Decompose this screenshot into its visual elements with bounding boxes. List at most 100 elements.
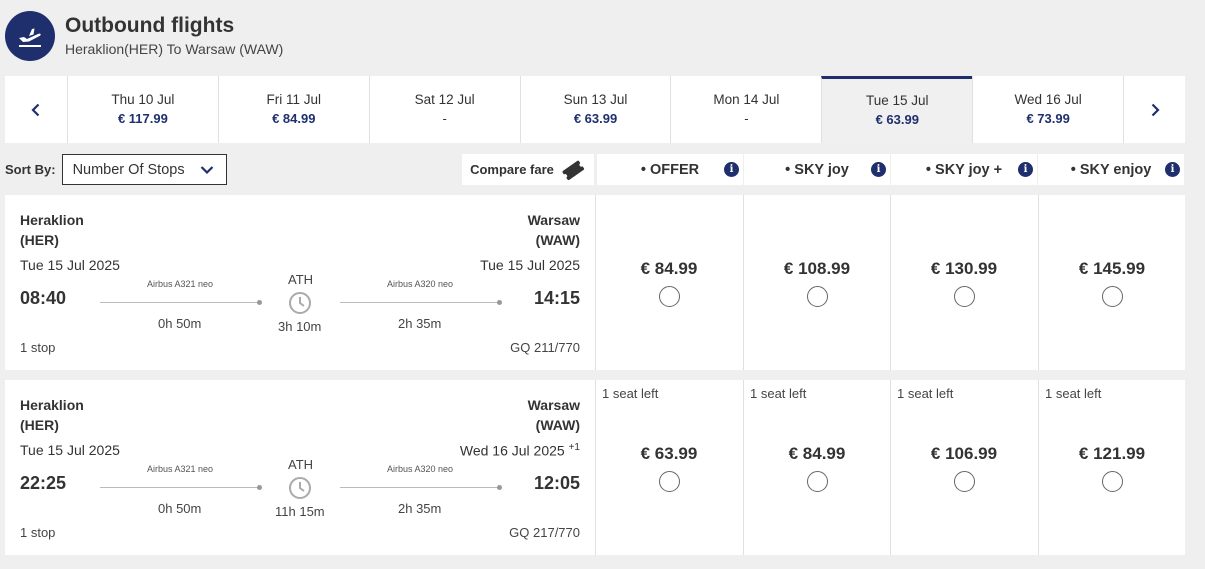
plane-departure-icon bbox=[5, 11, 55, 61]
fare-radio[interactable] bbox=[954, 286, 975, 307]
date-label: Sat 12 Jul bbox=[414, 91, 475, 107]
fare-price: € 84.99 bbox=[640, 259, 698, 278]
fare-radio[interactable] bbox=[1102, 471, 1123, 492]
clock-icon bbox=[289, 477, 311, 499]
ticket-icon bbox=[562, 160, 584, 180]
flight-card: Heraklion (HER) Tue 15 Jul 2025 22:25 Ai… bbox=[5, 380, 1185, 555]
day-offset: +1 bbox=[568, 442, 580, 453]
arrival-date: Wed 16 Jul 2025 bbox=[459, 442, 565, 459]
date-label: Fri 11 Jul bbox=[266, 91, 322, 107]
fare-radio[interactable] bbox=[1102, 286, 1123, 307]
fare-radio[interactable] bbox=[659, 286, 680, 307]
clock-icon bbox=[289, 292, 311, 314]
info-icon[interactable]: i bbox=[871, 162, 886, 177]
fare-radio[interactable] bbox=[659, 471, 680, 492]
prev-date-button[interactable] bbox=[5, 76, 67, 143]
date-tab[interactable]: Sat 12 Jul - bbox=[368, 76, 520, 143]
route-dot bbox=[257, 300, 262, 305]
fare-option-offer[interactable]: € 84.99 bbox=[595, 195, 742, 370]
flight-number: GQ 217/770 bbox=[509, 525, 580, 540]
fare-header-offer: • OFFER i bbox=[597, 154, 743, 185]
info-icon[interactable]: i bbox=[724, 162, 739, 177]
departure-time: 08:40 bbox=[20, 288, 67, 308]
page-title: Outbound flights bbox=[65, 14, 235, 37]
flight-number: GQ 211/770 bbox=[510, 340, 580, 355]
seats-left: 1 seat left bbox=[750, 386, 807, 401]
compare-fare-button[interactable]: Compare fare bbox=[462, 154, 594, 185]
fare-name: • OFFER bbox=[640, 161, 700, 178]
date-price: - bbox=[442, 110, 447, 126]
date-price: € 73.99 bbox=[1026, 110, 1070, 126]
sort-label: Sort By: bbox=[5, 162, 56, 177]
next-date-button[interactable] bbox=[1123, 76, 1185, 143]
arrival-date-row: Wed 16 Jul 2025 +1 bbox=[460, 442, 580, 459]
date-price: € 84.99 bbox=[272, 110, 316, 126]
date-price: € 117.99 bbox=[117, 110, 168, 126]
sort-value: Number Of Stops bbox=[72, 161, 185, 178]
route-dot bbox=[497, 300, 502, 305]
info-icon[interactable]: i bbox=[1165, 162, 1180, 177]
route-line bbox=[340, 302, 500, 303]
route-subtitle: Heraklion(HER) To Warsaw (WAW) bbox=[65, 41, 284, 57]
fare-option-sky-enjoy[interactable]: 1 seat left € 121.99 bbox=[1038, 380, 1185, 555]
fare-option-sky-joy[interactable]: € 108.99 bbox=[743, 195, 890, 370]
fare-option-sky-joy-plus[interactable]: € 130.99 bbox=[890, 195, 1037, 370]
fare-name: • SKY joy bbox=[785, 161, 849, 178]
leg2-duration: 2h 35m bbox=[398, 501, 442, 516]
date-tab[interactable]: Fri 11 Jul € 84.99 bbox=[217, 76, 369, 143]
fare-radio[interactable] bbox=[807, 286, 828, 307]
route-dot bbox=[497, 485, 502, 490]
date-tab[interactable]: Sun 13 Jul € 63.99 bbox=[519, 76, 671, 143]
flight-card: Heraklion (HER) Tue 15 Jul 2025 08:40 Ai… bbox=[5, 195, 1185, 370]
fare-name: • SKY joy + bbox=[925, 161, 1003, 178]
fare-price: € 106.99 bbox=[930, 444, 998, 463]
arrival-time: 14:15 bbox=[533, 288, 580, 308]
date-tab[interactable]: Mon 14 Jul - bbox=[670, 76, 821, 143]
fare-option-sky-joy-plus[interactable]: 1 seat left € 106.99 bbox=[890, 380, 1037, 555]
layover-duration: 11h 15m bbox=[275, 504, 325, 519]
destination-city: Warsaw bbox=[527, 212, 580, 228]
date-label: Tue 15 Jul bbox=[865, 93, 929, 108]
date-label: Mon 14 Jul bbox=[713, 91, 780, 107]
sort-dropdown[interactable]: Number Of Stops bbox=[61, 154, 227, 185]
stops-count[interactable]: 1 stop bbox=[20, 340, 55, 355]
date-tab[interactable]: Wed 16 Jul € 73.99 bbox=[972, 76, 1123, 143]
aircraft-leg2: Airbus A320 neo bbox=[387, 464, 454, 474]
fare-option-sky-joy[interactable]: 1 seat left € 84.99 bbox=[743, 380, 890, 555]
departure-date: Tue 15 Jul 2025 bbox=[20, 442, 120, 458]
page-header: Outbound flights Heraklion(HER) To Warsa… bbox=[5, 11, 283, 61]
leg1-duration: 0h 50m bbox=[158, 501, 202, 516]
date-label: Sun 13 Jul bbox=[563, 91, 628, 107]
chevron-right-icon bbox=[1151, 103, 1160, 116]
destination-city: Warsaw bbox=[527, 397, 580, 413]
date-tab-selected[interactable]: Tue 15 Jul € 63.99 bbox=[821, 76, 973, 143]
fare-name: • SKY enjoy bbox=[1070, 161, 1152, 178]
route-line bbox=[100, 487, 260, 488]
fare-header-sky-joy-plus: • SKY joy + i bbox=[891, 154, 1037, 185]
date-label: Thu 10 Jul bbox=[111, 91, 175, 107]
date-selector: Thu 10 Jul € 117.99 Fri 11 Jul € 84.99 S… bbox=[5, 76, 1185, 143]
fare-radio[interactable] bbox=[954, 471, 975, 492]
fare-price: € 63.99 bbox=[640, 444, 698, 463]
sort-row: Sort By: Number Of Stops bbox=[5, 154, 227, 185]
seats-left: 1 seat left bbox=[1045, 386, 1102, 401]
fare-option-sky-enjoy[interactable]: € 145.99 bbox=[1038, 195, 1185, 370]
origin-code: (HER) bbox=[20, 417, 59, 433]
departure-time: 22:25 bbox=[20, 473, 67, 493]
seats-left: 1 seat left bbox=[602, 386, 659, 401]
destination-code: (WAW) bbox=[535, 417, 580, 433]
origin-code: (HER) bbox=[20, 232, 59, 248]
fare-price: € 121.99 bbox=[1078, 444, 1146, 463]
date-price: € 63.99 bbox=[573, 110, 618, 126]
date-price: € 63.99 bbox=[875, 112, 919, 127]
stops-count[interactable]: 1 stop bbox=[20, 525, 55, 540]
origin-city: Heraklion bbox=[20, 212, 84, 228]
date-tab[interactable]: Thu 10 Jul € 117.99 bbox=[66, 76, 218, 143]
compare-fare-label: Compare fare bbox=[470, 162, 554, 177]
chevron-down-icon bbox=[200, 165, 213, 174]
fare-radio[interactable] bbox=[807, 471, 828, 492]
info-icon[interactable]: i bbox=[1018, 162, 1033, 177]
fare-option-offer[interactable]: 1 seat left € 63.99 bbox=[595, 380, 742, 555]
stop-code: ATH bbox=[288, 272, 314, 287]
arrival-time: 12:05 bbox=[533, 473, 580, 493]
